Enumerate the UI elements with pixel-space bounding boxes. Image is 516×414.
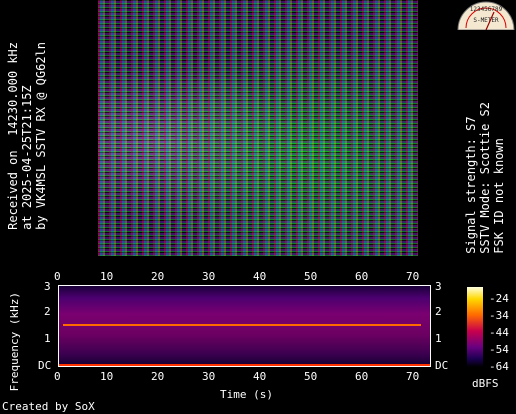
x-tick-bottom: 70 xyxy=(406,370,420,383)
colorbar-tick: -24 xyxy=(489,292,509,305)
x-tick-top: 0 xyxy=(54,270,61,283)
x-tick-top: 40 xyxy=(253,270,267,283)
s-meter-label: S-METER xyxy=(473,17,499,24)
sstv-image xyxy=(98,0,418,256)
colorbar-tick: -54 xyxy=(489,343,509,356)
s-meter-scale: 123456789 xyxy=(470,6,503,13)
x-tick-bottom: 50 xyxy=(304,370,318,383)
x-tick-top: 60 xyxy=(355,270,369,283)
dc-trace xyxy=(59,364,430,366)
x-tick-top: 20 xyxy=(151,270,165,283)
colorbar xyxy=(467,287,483,367)
colorbar-tick: -34 xyxy=(489,309,509,322)
signal-info: Signal strength: S7 SSTV Mode: Scottie S… xyxy=(464,102,506,254)
x-tick-bottom: 20 xyxy=(151,370,165,383)
colorbar-tick: -64 xyxy=(489,360,509,373)
y-tick-left: 2 xyxy=(44,305,51,318)
x-tick-bottom: 40 xyxy=(253,370,267,383)
s-meter-gauge: 123456789 S-METER xyxy=(457,1,515,30)
y-tick-right: 3 xyxy=(435,280,442,293)
tone-trace xyxy=(63,324,421,326)
x-tick-bottom: 0 xyxy=(54,370,61,383)
y-tick-right: 1 xyxy=(435,332,442,345)
y-tick-left: 3 xyxy=(44,280,51,293)
x-tick-bottom: 60 xyxy=(355,370,369,383)
x-tick-top: 50 xyxy=(304,270,318,283)
y-tick-left: 1 xyxy=(44,332,51,345)
colorbar-unit: dBFS xyxy=(472,377,499,390)
audio-spectrogram xyxy=(58,285,431,367)
colorbar-tick: -44 xyxy=(489,326,509,339)
x-axis-label: Time (s) xyxy=(220,388,273,401)
y-axis-label: Frequency (kHz) xyxy=(8,292,21,392)
y-tick-right: DC xyxy=(435,359,449,372)
x-tick-bottom: 10 xyxy=(100,370,114,383)
y-tick-right: 2 xyxy=(435,305,442,318)
reception-info: Received on 14230.000 kHz at 2025-04-25T… xyxy=(6,42,48,230)
x-tick-top: 30 xyxy=(202,270,216,283)
x-tick-top: 70 xyxy=(406,270,420,283)
credit-text: Created by SoX xyxy=(2,400,95,413)
y-tick-left: DC xyxy=(38,359,52,372)
x-tick-bottom: 30 xyxy=(202,370,216,383)
x-tick-top: 10 xyxy=(100,270,114,283)
